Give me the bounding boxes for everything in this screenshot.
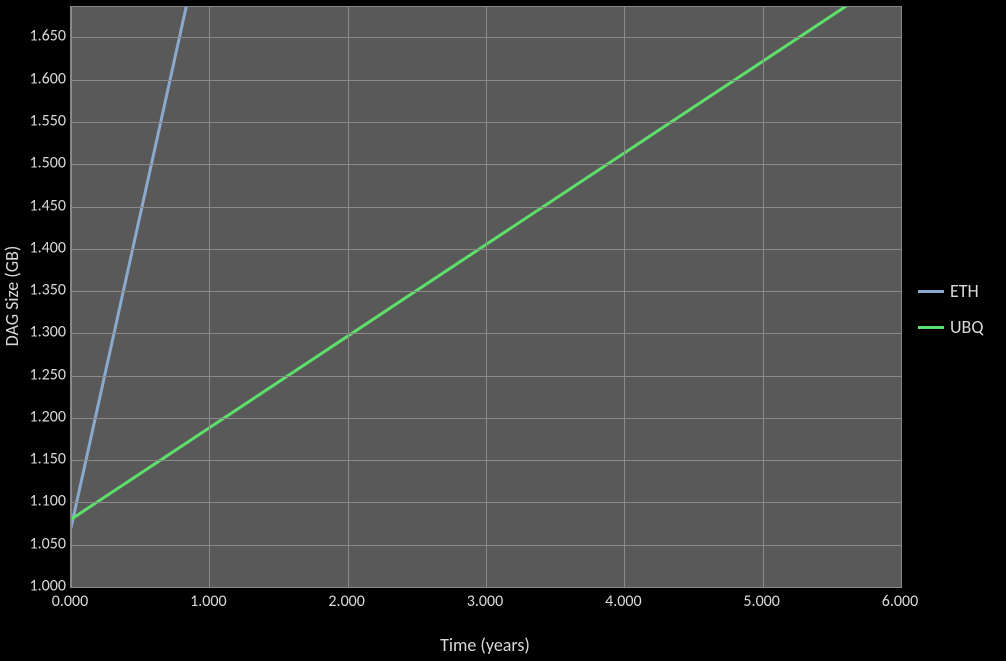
y-tick-label: 1.150: [26, 450, 66, 469]
y-tick-label: 1.650: [26, 27, 66, 46]
x-tick-label: 4.000: [605, 592, 641, 611]
grid-horizontal: [71, 291, 901, 292]
grid-horizontal: [71, 249, 901, 250]
x-tick-label: 1.000: [190, 592, 226, 611]
y-tick-label: 1.000: [26, 577, 66, 596]
grid-vertical: [624, 7, 625, 587]
x-tick-label: 5.000: [743, 592, 779, 611]
x-tick-label: 3.000: [467, 592, 503, 611]
y-tick-label: 1.300: [26, 323, 66, 342]
grid-horizontal: [71, 333, 901, 334]
grid-vertical: [348, 7, 349, 587]
y-tick-label: 1.450: [26, 196, 66, 215]
x-tick-label: 2.000: [328, 592, 364, 611]
y-tick-label: 1.250: [26, 365, 66, 384]
grid-vertical: [901, 7, 902, 587]
legend-label: UBQ: [950, 316, 983, 338]
grid-vertical: [763, 7, 764, 587]
grid-horizontal: [71, 207, 901, 208]
y-tick-label: 1.400: [26, 238, 66, 257]
series-line-eth: [71, 7, 209, 528]
y-tick-label: 1.350: [26, 281, 66, 300]
grid-horizontal: [71, 545, 901, 546]
grid-vertical: [486, 7, 487, 587]
y-axis-title: DAG Size (GB): [1, 246, 23, 347]
plot-area: [70, 6, 902, 588]
y-tick-label: 1.600: [26, 69, 66, 88]
x-axis-title: Time (years): [440, 634, 530, 656]
grid-horizontal: [71, 37, 901, 38]
x-tick-label: 6.000: [882, 592, 918, 611]
legend-swatch-eth: [918, 290, 944, 293]
legend: ETH UBQ: [918, 280, 983, 338]
grid-horizontal: [71, 122, 901, 123]
y-tick-label: 1.200: [26, 407, 66, 426]
grid-horizontal: [71, 418, 901, 419]
y-tick-label: 1.050: [26, 534, 66, 553]
grid-horizontal: [71, 502, 901, 503]
grid-horizontal: [71, 80, 901, 81]
legend-item-eth: ETH: [918, 280, 983, 302]
y-tick-label: 1.550: [26, 111, 66, 130]
grid-horizontal: [71, 376, 901, 377]
legend-swatch-ubq: [918, 326, 944, 329]
grid-vertical: [209, 7, 210, 587]
grid-vertical: [71, 7, 72, 587]
y-tick-label: 1.500: [26, 154, 66, 173]
y-tick-label: 1.100: [26, 492, 66, 511]
legend-label: ETH: [950, 280, 979, 302]
legend-item-ubq: UBQ: [918, 316, 983, 338]
chart-container: 0.0001.0002.0003.0004.0005.0006.000 1.00…: [0, 0, 1006, 661]
grid-horizontal: [71, 460, 901, 461]
grid-horizontal: [71, 587, 901, 588]
grid-horizontal: [71, 164, 901, 165]
